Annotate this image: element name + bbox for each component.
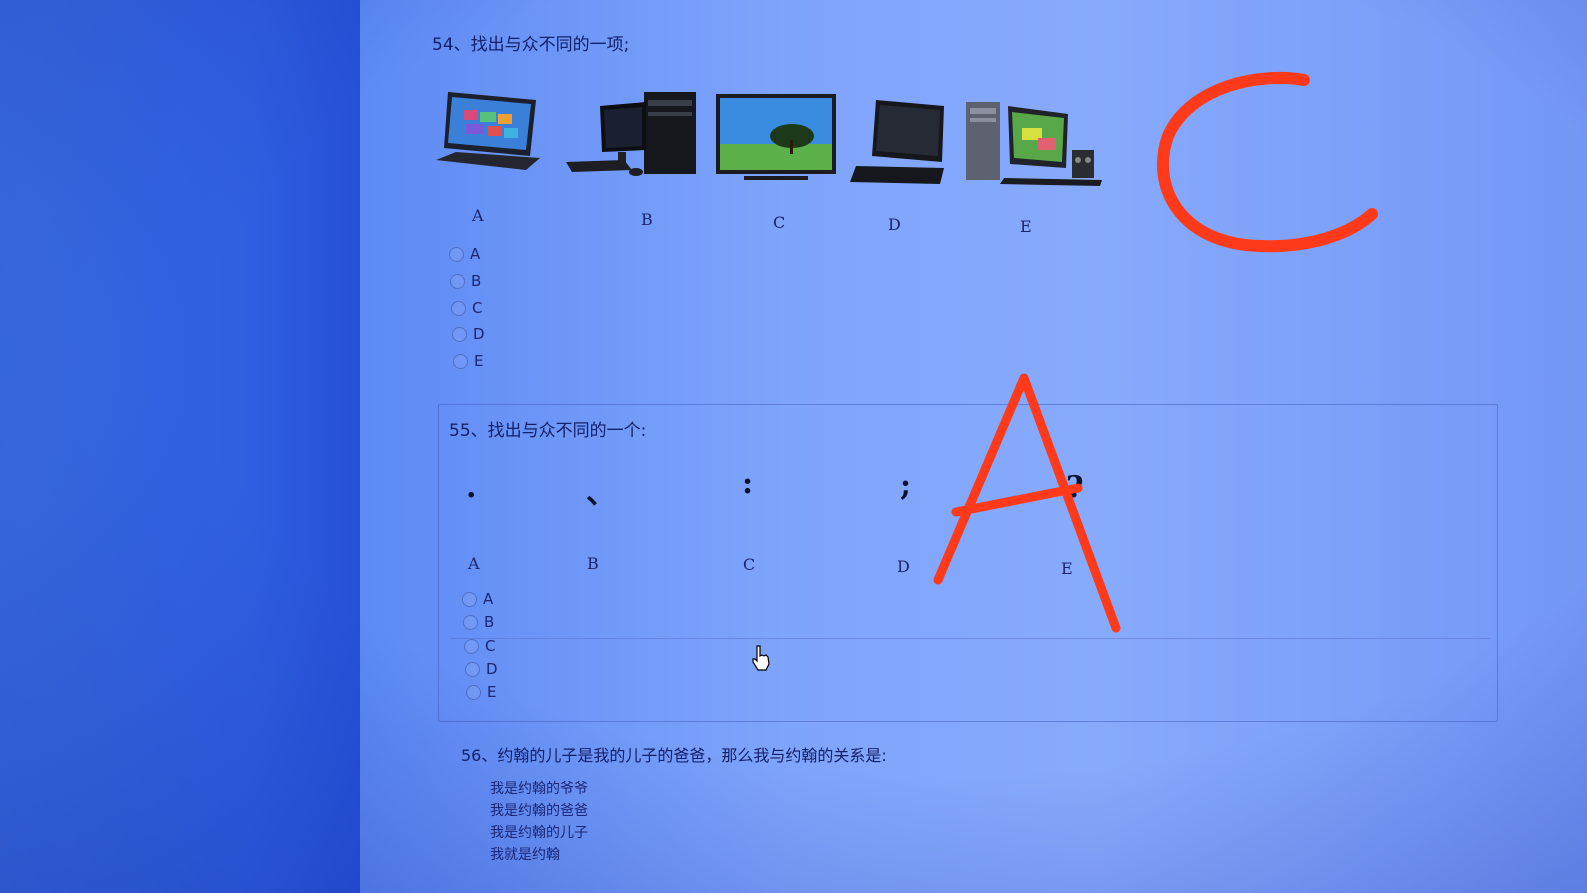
q55-title: 55、找出与众不同的一个: bbox=[449, 421, 647, 441]
option-label: D bbox=[486, 660, 498, 678]
q55-symbol-b: 、 bbox=[586, 476, 616, 511]
q54-option-a[interactable]: A bbox=[449, 245, 480, 263]
radio-button[interactable] bbox=[450, 273, 465, 289]
q54-image-label-e: E bbox=[1020, 217, 1032, 236]
q54-option-b[interactable]: B bbox=[450, 272, 481, 290]
q54-image-label-c: C bbox=[773, 213, 786, 232]
handwritten-c-annotation bbox=[1150, 66, 1390, 262]
radio-button[interactable] bbox=[453, 353, 468, 369]
q54-image-label-b: B bbox=[641, 210, 653, 229]
radio-button[interactable] bbox=[451, 300, 466, 316]
radio-button[interactable] bbox=[463, 614, 478, 630]
q54-option-e[interactable]: E bbox=[453, 352, 483, 370]
divider bbox=[450, 638, 1490, 639]
handwritten-a-annotation bbox=[928, 366, 1128, 638]
hand-pointer-icon bbox=[750, 644, 772, 672]
radio-button[interactable] bbox=[465, 661, 480, 677]
q55-symbol-d: ; bbox=[900, 468, 912, 503]
q54-image-label-a: A bbox=[472, 206, 484, 225]
left-blank-area bbox=[0, 0, 365, 893]
all-in-one-pc-icon bbox=[848, 96, 948, 188]
option-label: B bbox=[471, 272, 482, 290]
laptop-tablet-icon bbox=[436, 86, 544, 178]
q55-symbol-label-d: D bbox=[897, 557, 910, 576]
q56-answer-3[interactable]: 我是约翰的儿子 bbox=[490, 822, 588, 842]
radio-button[interactable] bbox=[452, 326, 467, 342]
radio-button[interactable] bbox=[464, 638, 479, 654]
q55-option-a[interactable]: A bbox=[462, 590, 493, 608]
radio-button[interactable] bbox=[462, 591, 477, 607]
q55-option-c[interactable]: C bbox=[464, 637, 495, 655]
q56-answer-1[interactable]: 我是约翰的爷爷 bbox=[490, 778, 588, 798]
q55-symbol-c: : bbox=[742, 466, 754, 501]
option-label: C bbox=[485, 637, 496, 655]
q54-option-c[interactable]: C bbox=[451, 299, 482, 317]
radio-button[interactable] bbox=[449, 246, 464, 262]
option-label: A bbox=[470, 245, 481, 263]
q56-title: 56、约翰的儿子是我的儿子的爸爸，那么我与约翰的关系是: bbox=[461, 746, 887, 765]
q55-option-e[interactable]: E bbox=[466, 683, 496, 701]
q55-symbol-label-a: A bbox=[468, 554, 480, 573]
radio-button[interactable] bbox=[466, 684, 481, 700]
q56-answer-4[interactable]: 我就是约翰 bbox=[490, 844, 560, 864]
desktop-set-icon bbox=[964, 98, 1106, 188]
option-label: D bbox=[473, 325, 485, 343]
option-label: B bbox=[484, 613, 495, 631]
option-label: A bbox=[483, 590, 494, 608]
q55-option-d[interactable]: D bbox=[465, 660, 498, 678]
q55-symbol-label-c: C bbox=[743, 555, 756, 574]
desktop-tower-icon bbox=[564, 88, 700, 180]
option-label: E bbox=[487, 683, 497, 701]
q56-answer-2[interactable]: 我是约翰的爸爸 bbox=[490, 800, 588, 820]
q54-image-label-d: D bbox=[888, 215, 901, 234]
q54-option-d[interactable]: D bbox=[452, 325, 485, 343]
tv-monitor-icon bbox=[714, 92, 838, 184]
option-label: E bbox=[474, 352, 484, 370]
q55-symbol-label-b: B bbox=[587, 554, 599, 573]
q55-symbol-a: . bbox=[466, 470, 477, 505]
q54-title: 54、找出与众不同的一项; bbox=[432, 35, 630, 55]
option-label: C bbox=[472, 299, 483, 317]
q55-option-b[interactable]: B bbox=[463, 613, 494, 631]
